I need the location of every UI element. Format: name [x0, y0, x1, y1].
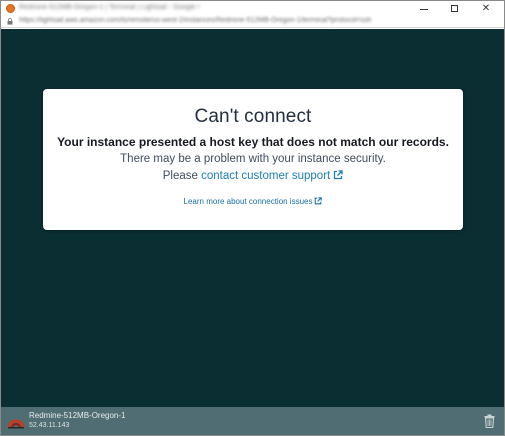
dialog-sub-message: There may be a problem with your instanc…: [120, 153, 386, 165]
trash-icon[interactable]: [484, 414, 495, 428]
window-title: Redmine-512MB-Oregon-1 | Terminal | Ligh…: [19, 4, 199, 11]
close-icon: ✕: [481, 2, 491, 14]
browser-app-icon: [6, 4, 15, 13]
maximize-button[interactable]: [439, 1, 469, 16]
dialog-support-line: Please contact customer support: [43, 170, 463, 182]
lock-icon: [7, 18, 13, 25]
learn-more-link[interactable]: Learn more about connection issues: [43, 197, 463, 206]
close-button[interactable]: ✕: [471, 1, 501, 16]
redmine-icon: [7, 419, 25, 429]
terminal-area[interactable]: Can't connect Your instance presented a …: [1, 29, 504, 407]
please-prefix: Please: [162, 170, 202, 182]
contact-support-label: contact customer support: [201, 170, 331, 182]
url-text: https://lightsail.aws.amazon.com/ls/remo…: [19, 17, 372, 24]
dialog-title: Can't connect: [194, 106, 312, 127]
cant-connect-dialog: Can't connect Your instance presented a …: [43, 89, 463, 230]
minimize-button[interactable]: [409, 1, 439, 16]
instance-footer: Redmine-512MB-Oregon-1 52.43.11.143: [1, 407, 504, 435]
external-link-icon: [334, 170, 343, 180]
address-bar[interactable]: https://lightsail.aws.amazon.com/ls/remo…: [1, 16, 504, 28]
minimize-icon: [420, 9, 428, 10]
instance-name: Redmine-512MB-Oregon-1: [29, 411, 126, 420]
maximize-icon: [450, 5, 458, 12]
dialog-message: Your instance presented a host key that …: [57, 135, 449, 149]
instance-ip: 52.43.11.143: [29, 422, 70, 429]
contact-support-link[interactable]: contact customer support: [201, 170, 343, 182]
external-link-icon: [315, 197, 323, 205]
browser-window: Redmine-512MB-Oregon-1 | Terminal | Ligh…: [0, 0, 505, 436]
title-bar: Redmine-512MB-Oregon-1 | Terminal | Ligh…: [1, 1, 504, 16]
learn-more-label: Learn more about connection issues: [183, 197, 313, 206]
